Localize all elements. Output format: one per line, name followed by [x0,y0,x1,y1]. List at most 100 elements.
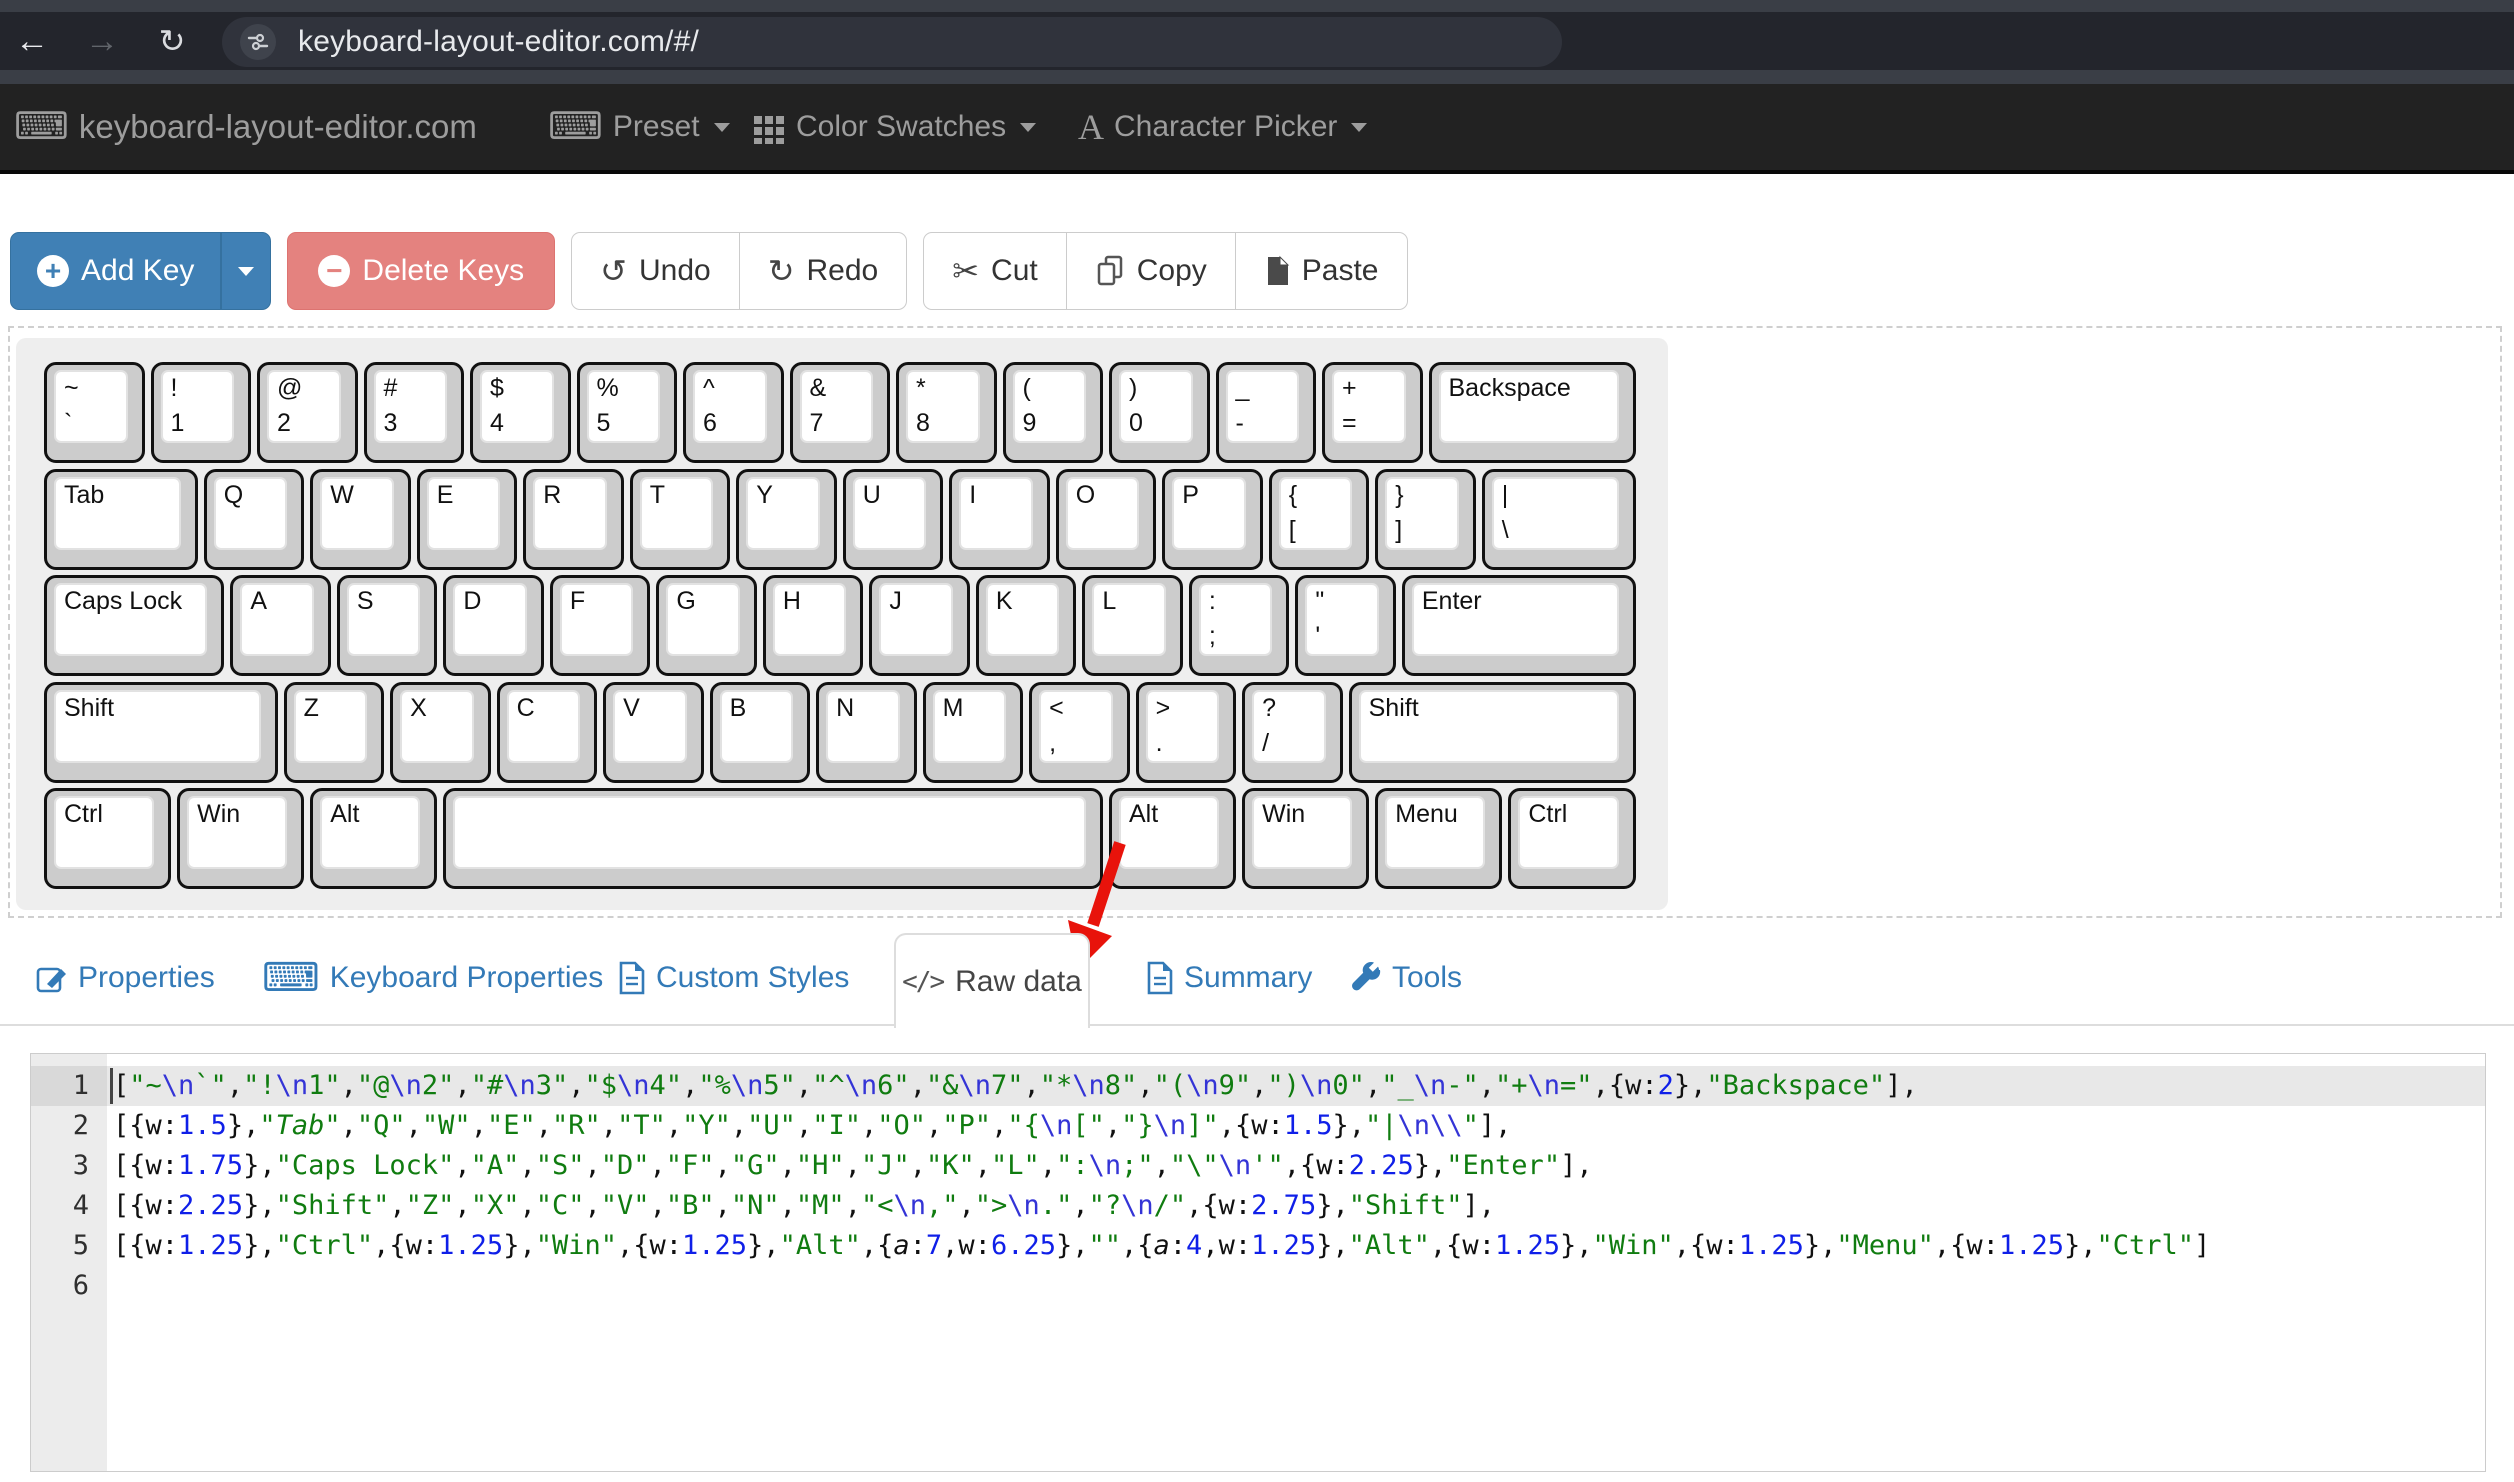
keyboard-key[interactable]: ?/ [1242,682,1343,783]
keyboard-key[interactable]: V [603,682,704,783]
tab-keyboard-properties-label: Keyboard Properties [330,961,604,995]
keyboard-key[interactable]: |\ [1482,469,1636,570]
url-text[interactable]: keyboard-layout-editor.com/#/ [298,25,699,59]
keyboard-key[interactable]: Win [177,788,304,889]
keyboard-key[interactable]: L [1082,575,1183,676]
undo-button[interactable]: ↺ Undo [571,232,740,310]
keyboard-key[interactable]: S [337,575,438,676]
keyboard-key[interactable]: Ctrl [1508,788,1635,889]
delete-keys-button[interactable]: − Delete Keys [287,232,555,310]
keyboard-key[interactable]: #3 [364,362,465,463]
keyboard-key[interactable]: B [710,682,811,783]
keyboard-key[interactable]: D [443,575,544,676]
menu-color-swatches[interactable]: Color Swatches [752,84,1036,170]
keyboard-key[interactable]: H [763,575,864,676]
keyboard-key[interactable]: Shift [44,682,278,783]
keyboard-key[interactable]: *8 [896,362,997,463]
keyboard-key[interactable]: $4 [470,362,571,463]
reload-icon[interactable]: ↻ [144,12,200,70]
keyboard-key[interactable]: Caps Lock [44,575,224,676]
tab-custom-styles[interactable]: Custom Styles [618,948,849,1008]
keyboard-key[interactable]: W [310,469,411,570]
tab-properties[interactable]: Properties [36,948,215,1008]
keyboard-key[interactable]: &7 [790,362,891,463]
keyboard-key[interactable]: )0 [1109,362,1210,463]
keyboard-key[interactable]: K [976,575,1077,676]
browser-chrome: ← → ↻ keyboard-layout-editor.com/#/ [0,0,2514,84]
keyboard-key[interactable]: Alt [1109,788,1236,889]
brand[interactable]: ⌨ keyboard-layout-editor.com [14,84,477,170]
keyboard-key[interactable]: {[ [1269,469,1370,570]
keyboard-key[interactable]: >. [1136,682,1237,783]
keyboard-key[interactable]: "' [1295,575,1396,676]
keyboard-key[interactable]: E [417,469,518,570]
tune-icon[interactable] [240,24,276,60]
keyboard-key[interactable]: N [816,682,917,783]
undo-redo-group: ↺ Undo ↻ Redo [571,232,907,310]
keyboard-key[interactable]: _- [1216,362,1317,463]
keyboard-key[interactable]: A [230,575,331,676]
keyboard-key[interactable]: <, [1029,682,1130,783]
keyboard-key[interactable]: !1 [151,362,252,463]
keyboard-stage-outline: ~`!1@2#3$4%5^6&7*8(9)0_-+=BackspaceTabQW… [8,326,2502,918]
tab-tools[interactable]: Tools [1350,948,1462,1008]
tab-keyboard-properties[interactable]: ⌨ Keyboard Properties [262,948,603,1008]
keyboard-key[interactable]: Enter [1402,575,1636,676]
back-icon[interactable]: ← [4,12,60,70]
tabs-bar: Properties ⌨ Keyboard Properties Custom … [0,930,2514,1030]
keyboard-key[interactable]: T [630,469,731,570]
keyboard-key[interactable]: Ctrl [44,788,171,889]
keyboard-stage[interactable]: ~`!1@2#3$4%5^6&7*8(9)0_-+=BackspaceTabQW… [16,338,1668,910]
keyboard-key[interactable]: G [656,575,757,676]
raw-data-editor[interactable]: 123456 ["~\n`","!\n1","@\n2","#\n3","$\n… [30,1053,2486,1472]
keyboard-key[interactable]: M [923,682,1024,783]
undo-icon: ↺ [600,255,627,287]
keyboard-key[interactable]: Alt [310,788,437,889]
tab-tools-label: Tools [1392,961,1462,995]
tab-custom-styles-label: Custom Styles [656,961,849,995]
menu-character-picker[interactable]: A Character Picker [1078,84,1367,170]
tab-summary[interactable]: Summary [1146,948,1312,1008]
paste-button[interactable]: Paste [1236,232,1408,310]
chevron-down-icon [1020,123,1036,132]
keyboard-key[interactable]: P [1162,469,1263,570]
keyboard-key[interactable]: @2 [257,362,358,463]
keyboard-key[interactable]: :; [1189,575,1290,676]
keyboard-key[interactable]: U [843,469,944,570]
keyboard-key[interactable]: ^6 [683,362,784,463]
keyboard-key[interactable]: O [1056,469,1157,570]
keyboard-key[interactable]: Win [1242,788,1369,889]
add-key-dropdown-button[interactable] [221,232,271,310]
keyboard-key[interactable] [443,788,1103,889]
text-cursor [110,1068,113,1104]
keyboard-key[interactable]: Z [284,682,385,783]
keyboard-key[interactable]: Menu [1375,788,1502,889]
keyboard-key[interactable]: X [390,682,491,783]
keyboard-key[interactable]: Backspace [1429,362,1636,463]
keyboard-key[interactable]: += [1322,362,1423,463]
keyboard-key[interactable]: F [550,575,651,676]
add-key-button[interactable]: + Add Key [10,232,221,310]
keyboard-key[interactable]: (9 [1003,362,1104,463]
keyboard-key[interactable]: J [869,575,970,676]
keyboard-key[interactable]: Tab [44,469,198,570]
address-bar[interactable]: keyboard-layout-editor.com/#/ [222,17,1562,67]
keyboard-key[interactable]: }] [1375,469,1476,570]
keyboard-key[interactable]: %5 [577,362,678,463]
keyboard-key[interactable]: R [523,469,624,570]
tab-raw-data[interactable]: </> Raw data [894,933,1090,1028]
menu-preset[interactable]: ⌨ Preset [548,84,730,170]
keyboard-key[interactable]: Y [736,469,837,570]
keyboard-key[interactable]: ~` [44,362,145,463]
keyboard-key[interactable]: I [949,469,1050,570]
keyboard-key[interactable]: Q [204,469,305,570]
cut-button[interactable]: ✂ Cut [923,232,1067,310]
tab-properties-label: Properties [78,961,215,995]
keyboard-key[interactable]: C [497,682,598,783]
forward-icon[interactable]: → [74,12,130,70]
line-number: 3 [31,1146,107,1186]
redo-button[interactable]: ↻ Redo [740,232,908,310]
copy-label: Copy [1137,254,1207,288]
keyboard-key[interactable]: Shift [1349,682,1636,783]
copy-button[interactable]: Copy [1067,232,1236,310]
